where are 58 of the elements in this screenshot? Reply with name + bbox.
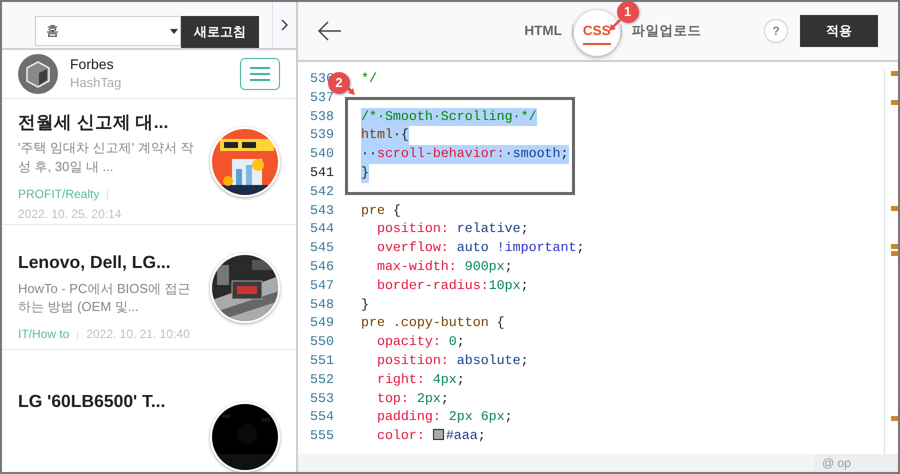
- code-line: color: #aaa;: [376, 428, 486, 444]
- line-number: 547: [309, 276, 335, 295]
- article-title[interactable]: LG '60LB6500' T...: [18, 388, 198, 414]
- code-line: overflow: auto !important;: [376, 240, 584, 256]
- line-number: 540: [309, 145, 335, 164]
- line-number: 539: [309, 126, 335, 144]
- editor-tab[interactable]: HTML: [524, 16, 562, 46]
- line-number: 538: [309, 108, 335, 126]
- line-number: 552: [309, 370, 335, 389]
- apply-button[interactable]: 적용: [800, 15, 878, 47]
- blog-name: Forbes: [70, 56, 115, 73]
- article-summary: HowTo - PC에서 BIOS에 접근하는 방법 (OEM 및...: [18, 280, 192, 316]
- scrollbar[interactable]: [884, 70, 898, 454]
- article-date: 2022. 10. 21. 10:40: [86, 326, 190, 344]
- line-number: 553: [309, 390, 335, 408]
- blog-subtitle: HashTag: [70, 74, 122, 92]
- separator-icon: [77, 330, 78, 340]
- line-number: 551: [309, 352, 335, 370]
- article-summary: '주택 임대차 신고제' 계약서 작성 후, 30일 내 ...: [18, 139, 194, 176]
- line-number: 549: [309, 314, 335, 332]
- back-arrow-icon[interactable]: [318, 21, 342, 41]
- menu-button[interactable]: [240, 58, 280, 90]
- line-number: 546: [309, 258, 335, 276]
- status-text: @ op: [814, 454, 898, 472]
- help-button[interactable]: ?: [764, 19, 788, 43]
- caret-icon: [170, 29, 178, 34]
- line-number: 554: [309, 408, 335, 426]
- line-number: 550: [309, 333, 335, 352]
- code-line: }: [361, 296, 369, 312]
- code-line: position: relative;: [376, 221, 529, 236]
- code-line: top: 2px;: [376, 390, 449, 406]
- code-line: */: [361, 71, 377, 86]
- blog-avatar: [18, 54, 58, 94]
- line-number: 542: [309, 182, 335, 201]
- page-select[interactable]: 홈: [35, 16, 181, 46]
- line-number: 537: [309, 88, 335, 107]
- line-number: 545: [309, 239, 335, 258]
- pointer-arrow: [608, 19, 621, 31]
- code-line: right: 4px;: [376, 372, 465, 387]
- code-line: position: absolute;: [376, 352, 529, 368]
- chevron-right-icon[interactable]: [281, 19, 288, 31]
- line-number: 555: [309, 427, 335, 446]
- line-number: 543: [309, 202, 335, 220]
- article-title[interactable]: 전월세 신고제 대...: [18, 108, 198, 136]
- menu-icon: [250, 66, 270, 81]
- article-title[interactable]: Lenovo, Dell, LG...: [18, 249, 198, 276]
- code-line: max-width: 900px;: [376, 258, 513, 274]
- line-number: 548: [309, 296, 335, 314]
- code-line: padding: 2px 6px;: [376, 409, 513, 424]
- refresh-button[interactable]: 새로고침: [181, 16, 259, 48]
- code-line: pre {: [361, 202, 401, 218]
- article-date: 2022. 10. 25. 20:14: [18, 206, 122, 223]
- code-line: pre .copy-button {: [361, 315, 505, 330]
- separator-icon: [107, 190, 108, 200]
- code-line: opacity: 0;: [376, 334, 465, 350]
- code-line: border-radius:10px;: [376, 278, 529, 293]
- line-number: 544: [309, 220, 335, 238]
- line-number: 541: [309, 164, 335, 182]
